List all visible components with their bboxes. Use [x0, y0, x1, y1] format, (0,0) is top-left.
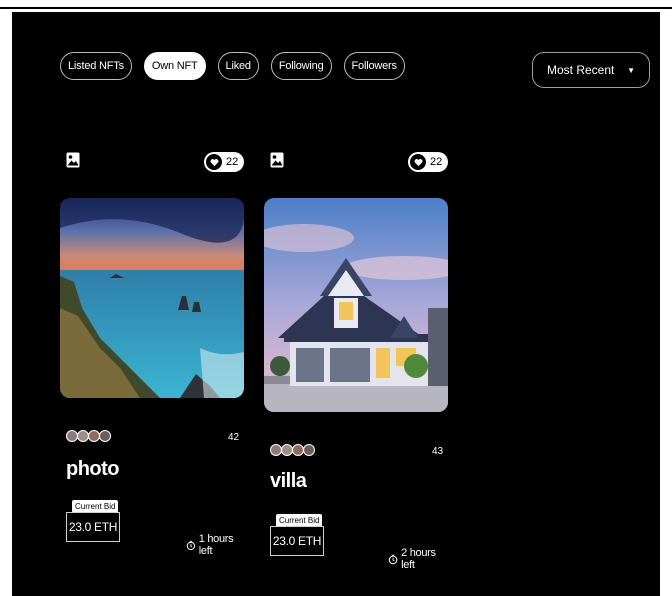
- heart-icon: [206, 154, 222, 170]
- like-count: 22: [226, 156, 239, 168]
- time-left-text: 2 hours left: [401, 547, 436, 571]
- tab-own-nft[interactable]: Own NFT: [143, 52, 206, 80]
- nft-title: photo: [66, 458, 120, 480]
- like-count: 22: [430, 156, 443, 168]
- clock-icon: [186, 540, 196, 550]
- heart-icon: [410, 154, 426, 170]
- like-badge[interactable]: 22: [408, 152, 449, 172]
- top-border-line: [0, 7, 672, 9]
- chevron-down-icon: ▼: [627, 65, 635, 75]
- sort-dropdown[interactable]: Most Recent ▼: [532, 52, 650, 88]
- nft-image-house[interactable]: [264, 198, 448, 412]
- like-badge[interactable]: 22: [204, 152, 245, 172]
- avatar[interactable]: [303, 444, 315, 456]
- owner-avatars: [270, 444, 315, 456]
- sort-selected: Most Recent: [547, 63, 615, 77]
- nft-title: villa: [270, 470, 307, 492]
- profile-page: Listed NFTs Own NFT Liked Following Foll…: [12, 12, 660, 596]
- item-count: 42: [228, 432, 240, 443]
- time-left-text: 1 hours left: [198, 533, 234, 557]
- clock-icon: [388, 554, 398, 564]
- time-left: 1 hours left: [186, 533, 244, 557]
- tab-following[interactable]: Following: [270, 52, 332, 80]
- tab-listed-nfts[interactable]: Listed NFTs: [60, 52, 132, 80]
- image-icon: [270, 152, 284, 168]
- avatar[interactable]: [99, 430, 111, 442]
- current-bid-value: 23.0 ETH: [66, 512, 120, 542]
- profile-tabs: Listed NFTs Own NFT Liked Following Foll…: [60, 52, 405, 80]
- time-left: 2 hours left: [388, 547, 448, 571]
- owner-avatars: [66, 430, 111, 442]
- tab-followers[interactable]: Followers: [343, 52, 405, 80]
- current-bid-value: 23.0 ETH: [270, 526, 324, 556]
- tab-liked[interactable]: Liked: [217, 52, 259, 80]
- item-count: 43: [432, 446, 444, 457]
- nft-image-seascape[interactable]: [60, 198, 244, 398]
- image-icon: [66, 152, 80, 168]
